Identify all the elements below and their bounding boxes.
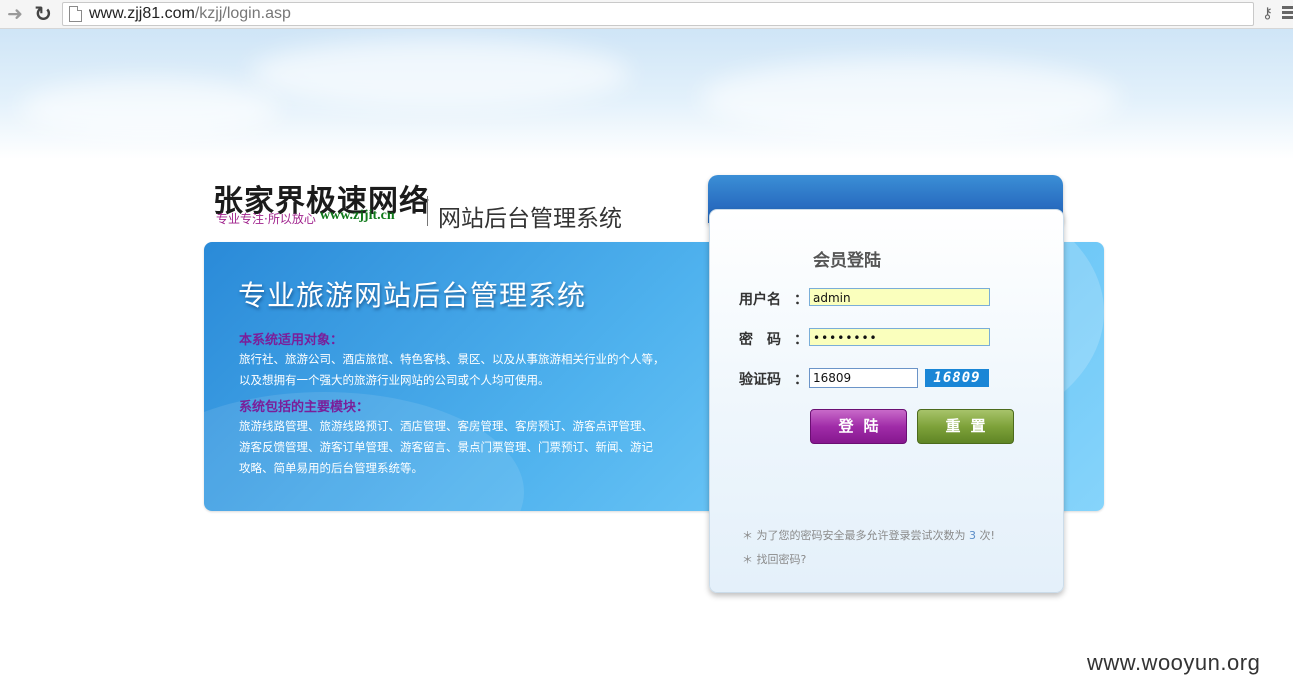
- username-label: 用户名: [739, 292, 781, 308]
- captcha-image[interactable]: 16809: [925, 369, 989, 387]
- logo-slogan: 专业专注·所以放心: [216, 212, 316, 226]
- captcha-input[interactable]: 16809: [809, 368, 918, 388]
- watermark: www.wooyun.org: [1087, 650, 1261, 675]
- modules-heading: 系统包括的主要模块：: [239, 400, 370, 415]
- logo-site: www.zjjit.cn: [320, 208, 395, 223]
- captcha-label: 验证码: [739, 372, 781, 388]
- sky-background: [0, 29, 1293, 159]
- menu-icon[interactable]: [1282, 6, 1293, 21]
- forgot-password-link[interactable]: ＊ 找回密码?: [742, 551, 806, 567]
- attempt-note: ＊ 为了您的密码安全最多允许登录尝试次数为 3 次!: [742, 527, 995, 543]
- audience-line-2: 以及想拥有一个强大的旅游行业网站的公司或个人均可使用。: [239, 373, 550, 387]
- username-input[interactable]: admin: [809, 288, 990, 306]
- password-input[interactable]: ••••••••: [809, 328, 990, 346]
- modules-text: 旅游线路管理、旅游线路预订、酒店管理、客房管理、客房预订、游客点评管理、 游客反…: [239, 416, 689, 479]
- modules-line-3: 攻略、简单易用的后台管理系统等。: [239, 461, 423, 475]
- attempt-note-prefix: ＊ 为了您的密码安全最多允许登录尝试次数为: [742, 529, 966, 542]
- attempt-note-suffix: 次!: [979, 529, 995, 542]
- modules-line-1: 旅游线路管理、旅游线路预订、酒店管理、客房管理、客房预订、游客点评管理、: [239, 419, 653, 433]
- key-icon[interactable]: ⚷: [1262, 4, 1273, 22]
- banner-title: 专业旅游网站后台管理系统: [238, 279, 587, 312]
- address-bar[interactable]: www.zjj81.com/kzjj/login.asp: [62, 2, 1254, 26]
- audience-heading: 本系统适用对象：: [239, 333, 344, 348]
- url-path: /kzjj/login.asp: [194, 5, 291, 22]
- system-title: 网站后台管理系统: [438, 206, 622, 232]
- reset-button[interactable]: 重置: [917, 409, 1014, 444]
- username-colon: ：: [794, 292, 808, 308]
- audience-text: 旅行社、旅游公司、酒店旅馆、特色客栈、景区、以及从事旅游相关行业的个人等， 以及…: [239, 349, 689, 391]
- password-colon: ：: [794, 332, 808, 348]
- modules-line-2: 游客反馈管理、游客订单管理、游客留言、景点门票管理、门票预订、新闻、游记: [239, 440, 653, 454]
- logo-divider: [427, 196, 428, 226]
- browser-toolbar: ➜ ↻ www.zjj81.com/kzjj/login.asp ⚷: [0, 0, 1293, 29]
- captcha-colon: ：: [794, 372, 808, 388]
- back-arrow-icon[interactable]: ➜: [4, 3, 26, 25]
- attempt-count: 3: [969, 529, 976, 542]
- reload-icon[interactable]: ↻: [32, 3, 54, 25]
- page-icon: [69, 6, 82, 22]
- password-label: 密 码: [739, 332, 781, 348]
- url-host: www.zjj81.com: [89, 5, 195, 22]
- login-title: 会员登陆: [813, 251, 881, 271]
- url-text[interactable]: www.zjj81.com/kzjj/login.asp: [89, 4, 291, 24]
- login-button[interactable]: 登陆: [810, 409, 907, 444]
- audience-line-1: 旅行社、旅游公司、酒店旅馆、特色客栈、景区、以及从事旅游相关行业的个人等，: [239, 352, 665, 366]
